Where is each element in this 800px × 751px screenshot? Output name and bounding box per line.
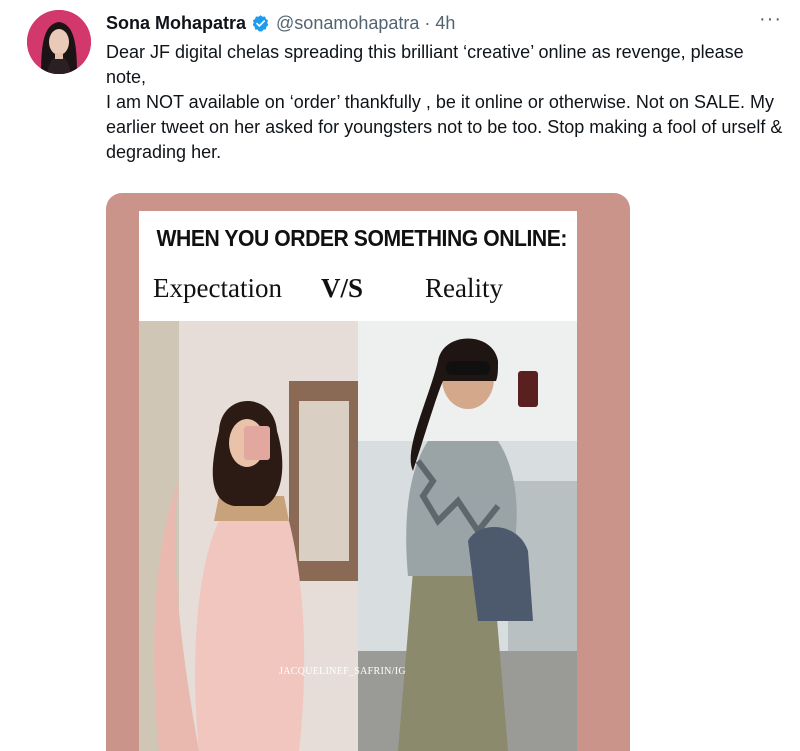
tweet-text-line: Dear JF digital chelas spreading this br… [106,42,744,87]
meme-label-reality: Reality [425,273,503,303]
tweet-text-line: I am NOT available on ‘order’ thankfully… [106,92,783,162]
avatar[interactable] [27,10,91,74]
separator-dot: · [424,12,431,33]
meme-label-vs: V/S [321,273,364,303]
user-handle[interactable]: @sonamohapatra [276,13,419,34]
meme-title: WHEN YOU ORDER SOMETHING ONLINE: [156,225,568,251]
meme-image: WHEN YOU ORDER SOMETHING ONLINE: Expecta… [139,211,577,751]
reality-photo [358,321,577,751]
meme-label-expectation: Expectation [153,273,282,303]
expectation-photo [139,321,358,751]
timestamp[interactable]: 4h [435,13,455,34]
tweet-media[interactable]: WHEN YOU ORDER SOMETHING ONLINE: Expecta… [106,193,630,751]
tweet[interactable]: Sona Mohapatra @sonamohapatra · 4h ··· D… [0,0,800,751]
verified-badge-icon [251,14,270,33]
meme-watermark: JACQUELINEF_SAFRIN/IG [279,666,406,677]
more-options-icon[interactable]: ··· [759,8,782,31]
tweet-header: Sona Mohapatra @sonamohapatra · 4h [106,10,455,36]
tweet-text: Dear JF digital chelas spreading this br… [106,40,786,165]
display-name[interactable]: Sona Mohapatra [106,13,246,34]
